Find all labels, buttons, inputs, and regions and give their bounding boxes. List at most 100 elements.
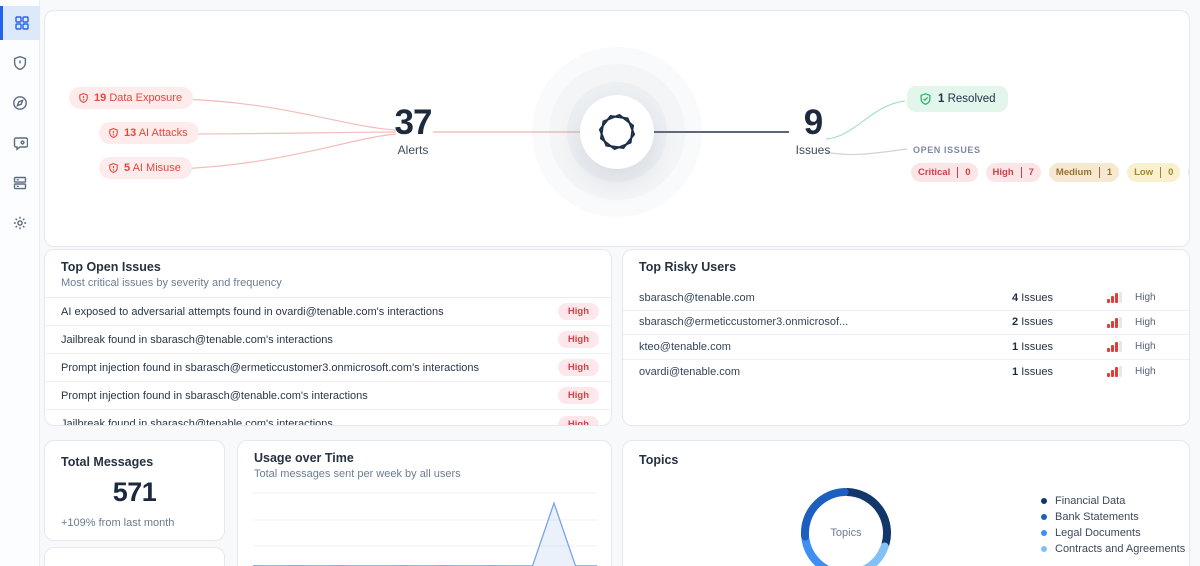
legend-dot-icon	[1041, 498, 1047, 504]
user-email: ovardi@tenable.com	[639, 365, 741, 378]
top-open-issues-card: Top Open Issues Most critical issues by …	[44, 249, 612, 426]
issue-severity-badge: High	[557, 415, 599, 425]
issue-severity-badge: High	[557, 359, 599, 376]
user-issue-unit: Issues	[1021, 316, 1053, 329]
severity-count: 1	[1106, 167, 1113, 178]
topics-title: Topics	[639, 453, 679, 467]
ai-hub-circle	[580, 95, 654, 169]
severity-label: Info	[1188, 167, 1189, 178]
top-risky-users-header: Top Risky Users	[623, 250, 1189, 286]
usage-line-chart[interactable]	[253, 489, 597, 566]
alert-category-ai-misuse[interactable]: 5 AI Misuse	[99, 157, 192, 179]
legend-dot-icon	[1041, 514, 1047, 520]
user-issue-count: 1 Issues	[1012, 366, 1107, 378]
severity-label: Critical	[911, 167, 959, 178]
severity-count: 0	[965, 167, 971, 178]
issue-row[interactable]: Jailbreak found in sbarasch@tenable.com'…	[45, 326, 611, 354]
topics-donut-chart[interactable]: Topics	[784, 471, 908, 566]
user-row[interactable]: kteo@tenable.com 1 Issues High	[623, 335, 1189, 360]
issue-severity-badge: High	[557, 303, 599, 320]
resolved-count: 1	[938, 93, 945, 105]
alert-category-ai-attacks[interactable]: 13 AI Attacks	[99, 122, 199, 144]
issues-total-stat: 9 Issues	[775, 105, 851, 157]
category-count: 13	[124, 127, 137, 139]
usage-title: Usage over Time	[254, 451, 354, 465]
issue-row[interactable]: Jailbreak found in sbarasch@tenable.com'…	[45, 410, 611, 425]
sidebar-item-inventory[interactable]	[0, 166, 40, 200]
risk-level-bars-icon	[1107, 316, 1127, 328]
hexagon-logo-icon	[598, 113, 636, 151]
alert-category-data-exposure[interactable]: 19 Data Exposure	[69, 87, 194, 109]
issue-text: Prompt injection found in sbarasch@ermet…	[61, 361, 479, 374]
severity-pill[interactable]: Critical 0	[911, 163, 978, 182]
top-open-issues-title: Top Open Issues	[61, 260, 161, 274]
user-risk-label: High	[1135, 292, 1156, 304]
user-issue-unit: Issues	[1021, 365, 1053, 378]
sidebar-item-dashboard[interactable]	[0, 6, 40, 40]
sidebar-item-explore[interactable]	[0, 86, 40, 120]
alert-shield-icon	[109, 128, 118, 139]
issue-severity-badge: High	[557, 331, 599, 348]
resolved-shield-check-icon	[920, 93, 931, 105]
user-issue-count: 2 Issues	[1012, 316, 1107, 328]
issues-count: 9	[803, 103, 823, 142]
legend-item: Bank Statements	[1041, 509, 1185, 525]
alerts-issues-funnel-card: 19 Data Exposure 13 AI Attacks 5 AI Misu…	[44, 10, 1190, 247]
legend-label: Bank Statements	[1055, 511, 1139, 523]
risk-level-bars-icon	[1107, 292, 1127, 304]
top-open-issues-header: Top Open Issues Most critical issues by …	[45, 250, 611, 298]
dashboard-grid-icon	[14, 16, 29, 30]
user-risk-label: High	[1135, 366, 1156, 378]
top-risky-users-title: Top Risky Users	[639, 260, 737, 274]
alerts-count: 37	[394, 103, 433, 142]
user-issue-number: 2	[1012, 316, 1019, 329]
issues-label: Issues	[795, 143, 831, 157]
risk-level-bars-icon	[1107, 341, 1127, 353]
legend-item: Contracts and Agreements	[1041, 541, 1185, 557]
dashboard-main: 19 Data Exposure 13 AI Attacks 5 AI Misu…	[40, 0, 1200, 566]
user-row[interactable]: ovardi@tenable.com 1 Issues High	[623, 360, 1189, 385]
user-issue-number: 1	[1012, 340, 1019, 353]
usage-subtitle: Total messages sent per week by all user…	[254, 468, 461, 480]
alerts-label: Alerts	[397, 143, 429, 157]
severity-pill[interactable]: Info0	[1188, 163, 1189, 182]
user-row[interactable]: sbarasch@ermeticcustomer3.onmicrosof... …	[623, 311, 1189, 335]
user-row[interactable]: sbarasch@tenable.com 4 Issues High	[623, 286, 1189, 311]
top-open-issues-list: AI exposed to adversarial attempts found…	[45, 298, 611, 425]
severity-count: 7	[1028, 167, 1034, 178]
legend-label: Legal Documents	[1055, 527, 1141, 539]
category-count: 5	[124, 162, 131, 174]
user-email: kteo@tenable.com	[639, 340, 731, 353]
severity-pill[interactable]: High 7	[985, 163, 1041, 182]
alerts-total-stat: 37 Alerts	[368, 105, 458, 157]
sidebar-item-settings[interactable]	[0, 206, 40, 240]
shield-icon	[13, 55, 27, 71]
sidebar-item-findings[interactable]	[0, 46, 40, 80]
category-label: AI Misuse	[132, 162, 181, 174]
category-label: Data Exposure	[109, 92, 183, 104]
issue-row[interactable]: AI exposed to adversarial attempts found…	[45, 298, 611, 326]
legend-dot-icon	[1041, 530, 1047, 536]
sidebar	[0, 0, 40, 566]
legend-dot-icon	[1041, 546, 1047, 552]
user-risk-label: High	[1135, 341, 1156, 353]
risk-level-bars-icon	[1107, 366, 1127, 378]
category-label: AI Attacks	[138, 127, 188, 139]
legend-item: Legal Documents	[1041, 525, 1185, 541]
issue-row[interactable]: Prompt injection found in sbarasch@tenab…	[45, 382, 611, 410]
severity-pill[interactable]: Low 0	[1127, 163, 1181, 182]
top-risky-users-list: sbarasch@tenable.com 4 Issues High sbara…	[623, 286, 1189, 384]
issue-row[interactable]: Prompt injection found in sbarasch@ermet…	[45, 354, 611, 382]
severity-pill[interactable]: Medium 1	[1048, 163, 1120, 182]
resolved-badge[interactable]: 1 Resolved	[907, 86, 1008, 112]
user-issue-count: 4 Issues	[1012, 292, 1107, 304]
issue-text: Prompt injection found in sbarasch@tenab…	[61, 389, 368, 402]
alert-shield-icon	[109, 163, 118, 174]
total-messages-title: Total Messages	[61, 455, 154, 469]
severity-count: 0	[1168, 167, 1174, 178]
issue-text: Jailbreak found in sbarasch@tenable.com'…	[61, 333, 333, 346]
total-messages-delta: +109% from last month	[61, 517, 175, 529]
sidebar-item-ai-chat[interactable]	[0, 126, 40, 160]
severity-pills-row: Critical 0 High 7 Medium 1 Low 0 Info0	[911, 163, 1189, 182]
severity-label: High	[986, 167, 1022, 178]
